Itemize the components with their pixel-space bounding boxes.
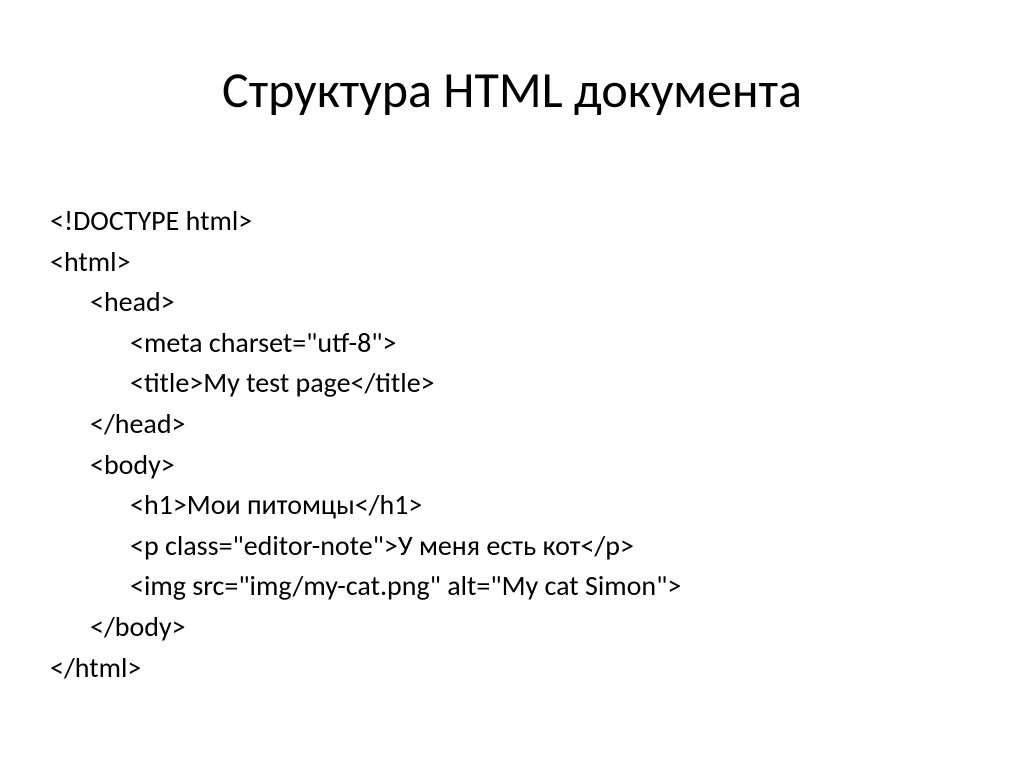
code-line: <h1>Мои питомцы</h1>: [50, 485, 974, 526]
code-line: <img src="img/my-cat.png" alt="My cat Si…: [50, 566, 974, 607]
code-line: </body>: [50, 607, 974, 648]
code-line: <head>: [50, 282, 974, 323]
code-line: <html>: [50, 242, 974, 283]
code-line: <p class="editor-note">У меня есть кот</…: [50, 526, 974, 567]
code-line: <meta charset="utf-8">: [50, 323, 974, 364]
code-line: <body>: [50, 445, 974, 486]
slide-title: Структура HTML документа: [50, 60, 974, 121]
code-line: <title>My test page</title>: [50, 363, 974, 404]
code-line: <!DOCTYPE html>: [50, 201, 974, 242]
code-line: </head>: [50, 404, 974, 445]
code-example: <!DOCTYPE html> <html> <head> <meta char…: [50, 201, 974, 688]
code-line: </html>: [50, 648, 974, 689]
